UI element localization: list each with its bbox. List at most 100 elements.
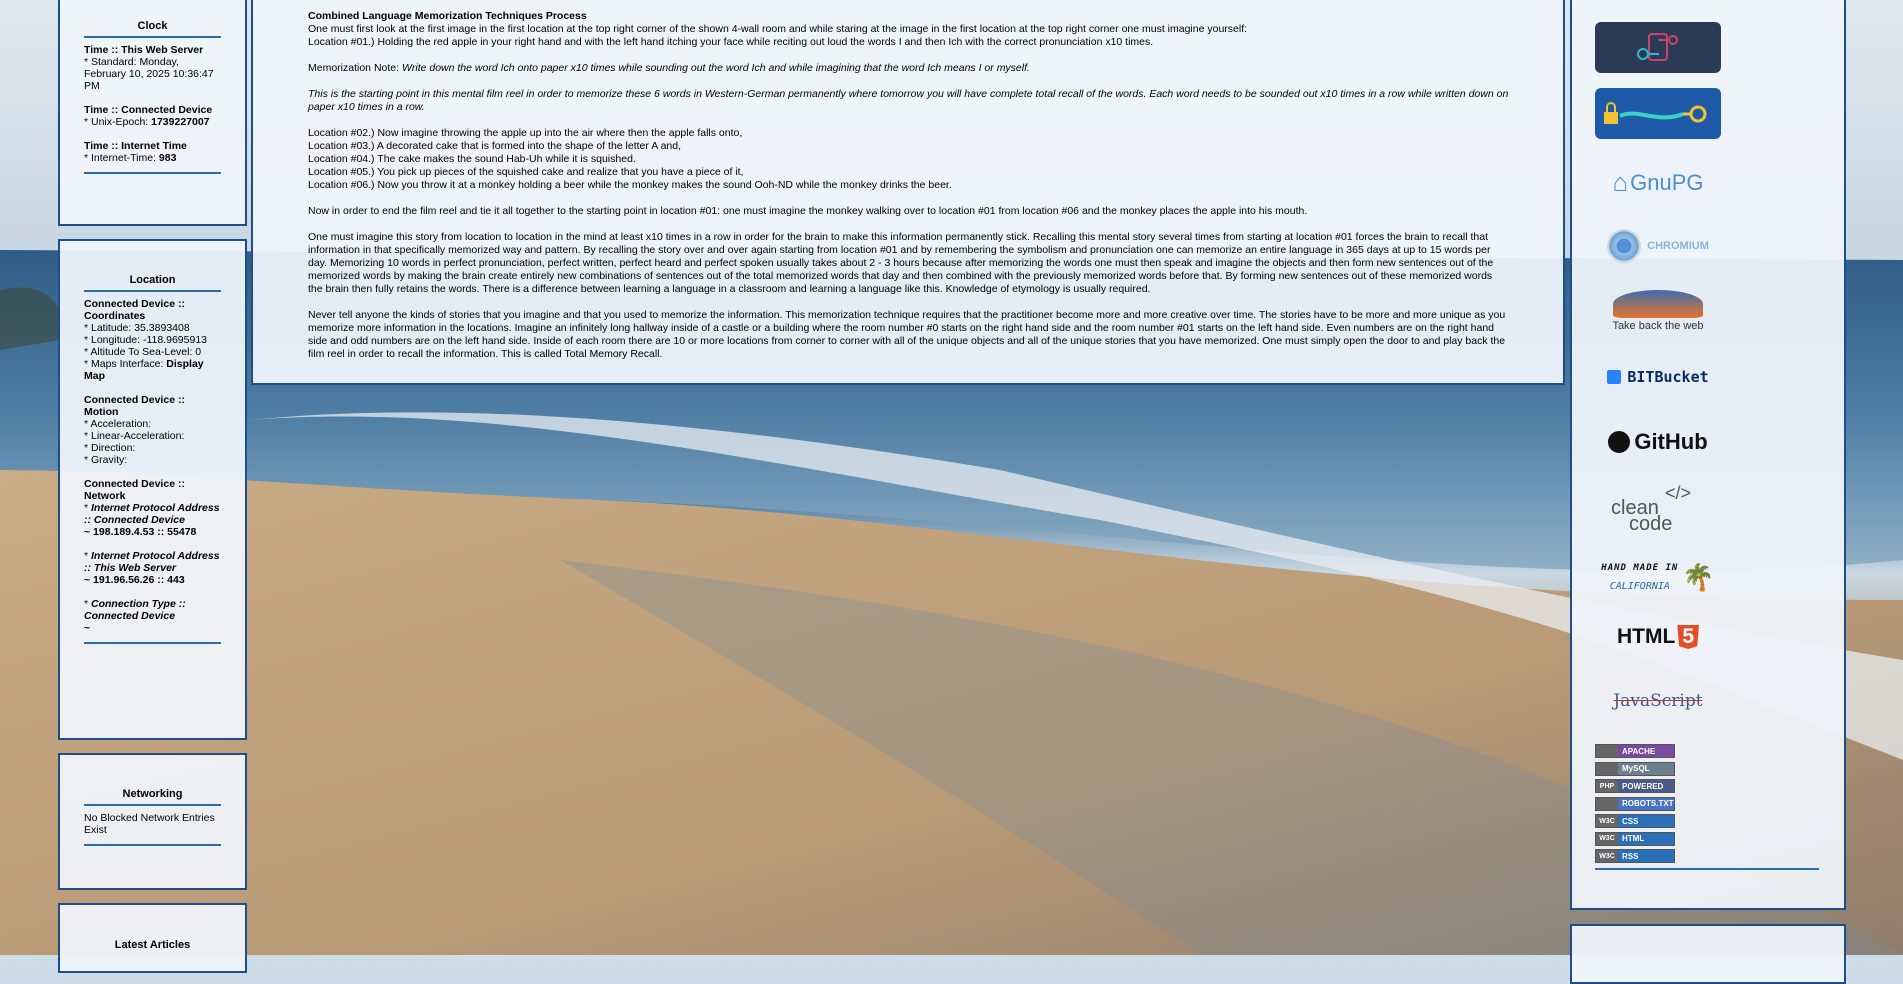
handmade-wrap: HAND MADE IN CALIFORNIA [1601,563,1678,592]
badge-mysql[interactable]: MySQL [1595,761,1675,776]
badge-left-label [1596,762,1618,775]
location-divider [84,642,221,644]
articles-title: Latest Articles [114,939,191,951]
unix-epoch: * Unix-Epoch: 1739227007 [84,116,221,128]
internet-time-value: 983 [158,152,177,164]
conn-type-label: * Connection Type :: Connected Device [84,598,186,622]
chromium-icon [1607,229,1642,263]
server-time-value: * Standard: Monday, February 10, 2025 10… [84,56,214,92]
gravity: * Gravity: [84,454,128,466]
coords-heading: Connected Device :: Coordinates [84,298,185,322]
handmade-text: HAND MADE IN [1601,562,1679,573]
ip-device-label-text: Internet Protocol Address :: Connected D… [84,502,220,526]
server-time-heading: Time :: This Web Server [84,44,204,56]
ip-server-label-text: Internet Protocol Address :: This Web Se… [84,550,220,574]
chromium-logo[interactable]: CHROMIUM [1595,222,1721,270]
location-02: Location #02.) Now imagine throwing the … [308,127,743,139]
badge-right-label: ROBOTS.TXT [1618,797,1674,810]
ip-server-value: ~ 191.96.56.26 :: 443 [84,574,185,586]
badge-css[interactable]: W3C CSS [1595,814,1675,828]
html5-logo[interactable]: HTML 5 [1595,620,1721,654]
badge-robots-txt[interactable]: ROBOTS.TXT [1595,796,1675,811]
html5-shield-icon: 5 [1677,625,1699,649]
firefox-text: Take back the web [1612,320,1704,332]
maps-interface: * Maps Interface: Display Map [84,358,221,382]
memorization-note: Memorization Note: Write down the word I… [308,62,1509,75]
acceleration: * Acceleration: [84,418,152,430]
networking-title: Networking [84,788,221,806]
firefox-icon [1613,290,1703,318]
location-title: Location [84,274,221,292]
gnupg-logo[interactable]: ⌂ GnuPG [1595,160,1721,205]
badge-left-label: PHP [1596,780,1618,792]
conn-type-value: ~ [84,622,91,634]
firefox-logo[interactable]: Take back the web [1595,285,1721,337]
cleancode-logo[interactable]: clean code </> [1595,482,1721,535]
maps-label: * Maps Interface: [84,358,167,370]
networking-text: No Blocked Network Entries Exist [84,812,215,836]
badge-right-label: MySQL [1618,762,1674,775]
handmade-california-logo[interactable]: HAND MADE IN CALIFORNIA 🌴 [1595,552,1721,602]
badge-left-label [1596,745,1618,757]
direction: * Direction: [84,442,136,454]
right-lower-panel [1570,924,1846,984]
location-panel: Location Connected Device :: Coordinates… [58,239,247,740]
badge-rss[interactable]: W3C RSS [1595,849,1675,863]
right-sidebar-divider [1595,868,1819,870]
motion-heading: Connected Device :: Motion [84,394,185,418]
conn-type-label-text: Connection Type :: Connected Device [84,598,186,622]
chromium-text: CHROMIUM [1647,240,1709,252]
networking-panel: Networking No Blocked Network Entries Ex… [58,753,247,890]
memorization-note-label: Memorization Note: [308,62,402,74]
badge-powered[interactable]: PHP POWERED [1595,779,1675,793]
never-tell-paragraph: Never tell anyone the kinds of stories t… [308,309,1506,360]
ip-server-label: * Internet Protocol Address :: This Web … [84,550,220,574]
network-heading: Connected Device :: Network [84,478,185,502]
internet-time-heading: Time :: Internet Time [84,140,187,152]
clock-panel: Clock Time :: This Web Server * Standard… [58,0,247,226]
device-time-heading: Time :: Connected Device [84,104,213,116]
main-content-panel: Combined Language Memorization Technique… [251,0,1565,385]
location-03: Location #03.) A decorated cake that is … [308,140,682,152]
github-text: GitHub [1634,429,1708,454]
clock-divider [84,172,221,174]
badge-left-label: W3C [1596,815,1618,827]
cleancode-text-2: code [1629,513,1673,535]
padlock-key-icon [1604,101,1707,124]
article-intro: One must first look at the first image i… [308,23,1248,35]
badge-right-label: HTML [1618,832,1674,845]
badge-left-label [1596,797,1618,810]
unix-epoch-label: * Unix-Epoch: [84,116,152,128]
shield-key-icon [1637,32,1678,61]
badge-right-label: CSS [1618,815,1674,827]
javascript-logo[interactable]: JavaScript [1595,682,1721,720]
badge-html[interactable]: W3C HTML [1595,831,1675,846]
badge-left-label: W3C [1596,850,1618,862]
bitbucket-icon [1607,370,1622,384]
badge-right-label: RSS [1618,850,1674,862]
bitbucket-logo[interactable]: BITBucket [1595,362,1721,392]
encryption-key-logo[interactable] [1595,88,1721,139]
javascript-text: JavaScript [1613,691,1703,711]
starting-point-text: This is the starting point in this menta… [308,88,1509,113]
location-05: Location #05.) You pick up pieces of the… [308,166,744,178]
location-01: Location #01.) Holding the red apple in … [308,36,1154,48]
bitbucket-text: BITBucket [1627,368,1709,386]
github-octocat-icon [1608,431,1631,453]
gnupg-text: GnuPG [1630,169,1704,195]
github-logo[interactable]: GitHub [1595,424,1721,460]
badge-apache[interactable]: APACHE [1595,744,1675,758]
linear-acceleration: * Linear-Acceleration: [84,430,185,442]
palm-tree-icon: 🌴 [1682,561,1715,592]
imagine-paragraph: One must imagine this story from locatio… [308,231,1494,295]
article-heading: Combined Language Memorization Technique… [308,10,587,22]
internet-time: * Internet-Time: 983 [84,152,221,164]
location-06: Location #06.) Now you throw it at a mon… [308,179,952,191]
security-shield-logo[interactable] [1595,22,1721,73]
articles-panel: Latest Articles [58,903,247,973]
clock-title: Clock [84,20,221,38]
networking-divider [84,844,221,846]
longitude: * Longitude: -118.9695913 [84,334,207,346]
end-reel-text: Now in order to end the film reel and ti… [308,205,1308,217]
cleancode-tag-icon: </> [1665,483,1692,503]
